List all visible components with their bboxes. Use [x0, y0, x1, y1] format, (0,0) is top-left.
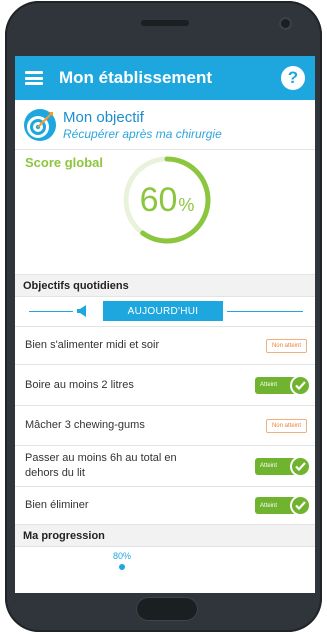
daily-item-label: Passer au moins 6h au total en dehors du… — [25, 452, 177, 479]
daily-item-1[interactable]: Boire au moins 2 litres Atteint — [15, 365, 315, 406]
daily-item-4[interactable]: Bien éliminer Atteint — [15, 487, 315, 525]
phone-home-button[interactable] — [136, 597, 198, 621]
status-badge: Non atteint — [265, 418, 307, 433]
menu-icon[interactable] — [25, 71, 43, 85]
help-icon[interactable]: ? — [281, 66, 305, 90]
status-label: Atteint — [260, 463, 278, 469]
score-number: 60 — [139, 180, 178, 219]
today-button[interactable]: AUJOURD'HUI — [103, 301, 223, 321]
app-bar: Mon établissement ? — [15, 56, 315, 100]
day-line-right — [227, 311, 303, 312]
check-icon — [290, 374, 311, 396]
daily-item-label: Mâcher 3 chewing-gums — [25, 419, 145, 431]
status-label: Atteint — [260, 502, 278, 509]
progression-section-header: Ma progression — [15, 525, 315, 547]
daily-item-2[interactable]: Mâcher 3 chewing-gums Non atteint — [15, 406, 315, 446]
phone-speaker — [141, 20, 189, 26]
progression-chart: 80% — [15, 547, 315, 577]
status-badge: Atteint — [255, 455, 311, 477]
score-unit: % — [178, 194, 195, 215]
progression-value: 80% — [113, 551, 132, 561]
status-badge: Atteint — [255, 495, 311, 516]
app-screen: Mon établissement ? Mon objectif Récupér… — [15, 56, 315, 593]
day-selector: AUJOURD'HUI — [15, 297, 315, 327]
objective-title: Mon objectif — [63, 108, 144, 126]
score-label: Score global — [25, 155, 104, 170]
objective-card[interactable]: Mon objectif Récupérer après ma chirurgi… — [15, 100, 315, 150]
daily-item-0[interactable]: Bien s'alimenter midi et soir Non attein… — [15, 327, 315, 365]
status-label: Atteint — [260, 382, 278, 388]
progression-point — [119, 564, 125, 570]
daily-item-label: Bien s'alimenter midi et soir — [25, 339, 160, 351]
status-badge: Atteint — [255, 374, 311, 396]
target-icon — [24, 108, 56, 141]
daily-section-header: Objectifs quotidiens — [15, 275, 315, 297]
daily-item-label: Boire au moins 2 litres — [25, 378, 134, 391]
check-icon — [290, 455, 311, 477]
phone-camera — [279, 17, 292, 30]
check-icon — [290, 495, 311, 516]
page-title: Mon établissement — [59, 68, 213, 87]
objective-subtitle: Récupérer après ma chirurgie — [63, 126, 222, 141]
daily-item-label: Bien éliminer — [25, 499, 89, 511]
score-section: Score global 60 % — [15, 150, 315, 275]
day-line-left — [29, 311, 73, 312]
status-badge: Non atteint — [265, 338, 307, 353]
score-value: 60 % — [121, 154, 213, 246]
previous-day-arrow-icon[interactable] — [77, 305, 86, 317]
daily-item-3[interactable]: Passer au moins 6h au total en dehors du… — [15, 446, 315, 487]
